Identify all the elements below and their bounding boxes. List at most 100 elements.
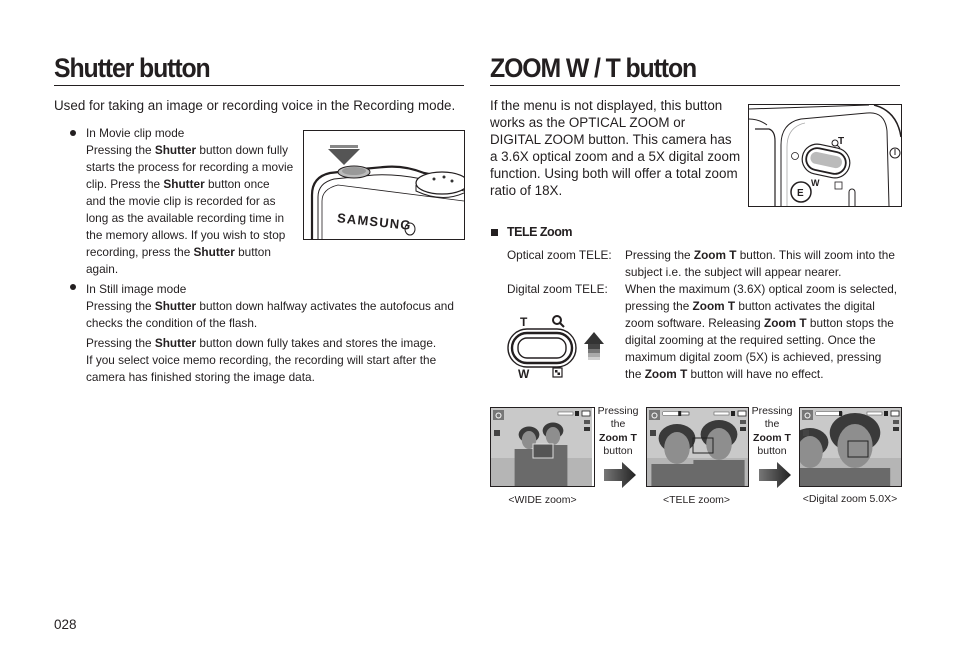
size-icon [893,420,899,424]
flash-icon [650,430,656,436]
text-line: the Zoom T button will have no effect. [625,367,824,381]
memory-icon [731,411,735,416]
quality-icon [893,427,899,431]
camera-top-drawing: SAMSUNG [310,145,464,239]
text-line: If you select voice memo recording, the … [86,353,437,367]
battery-icon [737,410,747,417]
text-line: zoom software. Releasing Zoom T button s… [625,316,894,330]
square-bullet-icon [491,229,498,236]
tele-t-label: T [838,136,844,147]
zoom-bar-indicator [839,411,842,416]
size-icon [740,420,746,424]
text-line: pressing the Zoom T button activates the… [625,299,875,313]
battery-icon [581,410,591,417]
title-divider [54,85,464,86]
text-line: digital zooming at the required setting.… [625,333,876,347]
wide-zoom-screen [490,407,595,487]
text-line: long as the available recording time in [86,211,285,225]
text-line: camera has finished storing the image da… [86,370,315,384]
press-down-arrow-icon [328,149,360,165]
optical-zoom-label: Optical zoom TELE: [507,248,612,262]
wide-w-label: W [811,178,820,188]
digital-zoom-caption: <Digital zoom 5.0X> [802,493,898,505]
zoom-rocker [517,337,567,359]
text-line: clip. Press the Shutter button once [86,177,270,191]
pressing-zoom-t-label: Pressing the Zoom T button [751,405,793,457]
face [837,424,873,468]
body [693,460,745,486]
zoom-rocker-diagram: T W [505,312,610,381]
text-line: again. [86,262,119,276]
still-mode-heading: In Still image mode [86,282,187,296]
text-line: the memory allows. If you wish to stop [86,228,286,242]
tablet [532,443,554,459]
status-lamp-icon [791,152,799,160]
size-icon [584,420,590,424]
body [819,468,891,486]
camera-back-drawing: T W E [749,105,901,206]
text-line: maximum digital zoom (5X) is achieved, p… [625,350,882,364]
zoom-section-title: ZOOM W / T button [490,53,697,83]
right-arrow-icon [604,462,636,488]
tele-zoom-heading: TELE Zoom [507,225,572,239]
title-divider [490,85,900,86]
digital-zoom-screen [799,407,902,487]
pressing-zoom-t-label: Pressing the Zoom T button [597,405,639,457]
battery-icon [890,410,900,417]
up-arrow-icon [584,332,604,344]
optical-zoom-text: Pressing the Zoom T button. This will zo… [625,247,910,281]
text-line: works as the OPTICAL ZOOM or [490,115,686,130]
text-line: Pressing the Shutter button down fully [86,143,288,157]
right-arrow-icon [759,462,791,488]
quality-icon [740,427,746,431]
shot-count [557,411,574,416]
memory-icon [884,411,888,416]
digital-zoom-text: When the maximum (3.6X) optical zoom is … [625,281,910,383]
flash-icon [803,430,809,436]
shutter-section-title: Shutter button [54,53,211,83]
zoom-bar-fill [816,412,842,415]
text-line: Pressing the Shutter button down fully t… [86,336,437,350]
text-line: If the menu is not displayed, this butto… [490,98,723,113]
text-line: When the maximum (3.6X) optical zoom is … [625,282,898,296]
face [706,428,732,460]
memory-icon [575,411,579,416]
magnify-icon [552,315,562,325]
text-line: starts the process for recording a movie [86,160,294,174]
zoom-bar-indicator [678,411,682,416]
tele-zoom-screen [646,407,749,487]
shutter-intro: Used for taking an image or recording vo… [54,98,456,113]
text-line: Pressing the Zoom T button. This will zo… [625,248,895,262]
tele-t-label: T [520,315,528,329]
zoom-camera-illustration: T W E [748,104,902,207]
page-number: 028 [54,617,77,632]
text-line: checks the condition of the flash. [86,316,258,330]
samsung-logo: SAMSUNG [336,210,412,233]
text-line: ratio of 18X. [490,183,563,198]
face [545,427,561,445]
wide-zoom-caption: <WIDE zoom> [508,494,577,506]
thumbnail-icon [834,181,843,190]
text-line: and the movie clip is recorded for as [86,194,276,208]
text-line: DIGITAL ZOOM button. This camera has [490,132,732,147]
text-line: a 3.6X optical zoom and a 5X digital zoo… [490,149,741,164]
still-mode-text-1: Pressing the Shutter button down halfway… [86,298,466,332]
movie-mode-heading: In Movie clip mode [86,126,185,140]
movie-mode-text: Pressing the Shutter button down fully st… [86,142,301,278]
wide-w-label: W [518,367,530,380]
shot-count [713,411,730,416]
still-mode-text-2: Pressing the Shutter button down fully t… [86,335,466,386]
text-line: recording, press the Shutter button [86,245,271,259]
bullet-icon [70,130,76,136]
text-line: Pressing the Shutter button down halfway… [86,299,454,313]
shutter-camera-illustration: SAMSUNG [303,130,465,240]
text-line: function. Using both will offer a total … [490,166,738,181]
digital-zoom-label: Digital zoom TELE: [507,282,608,296]
text-line: subject i.e. the subject will appear nea… [625,265,842,279]
svg-text:E: E [797,188,804,199]
zoom-intro: If the menu is not displayed, this butto… [490,97,750,199]
flash-icon [494,430,500,436]
bullet-icon [70,284,76,290]
quality-icon [584,427,590,431]
shot-count [866,411,883,416]
